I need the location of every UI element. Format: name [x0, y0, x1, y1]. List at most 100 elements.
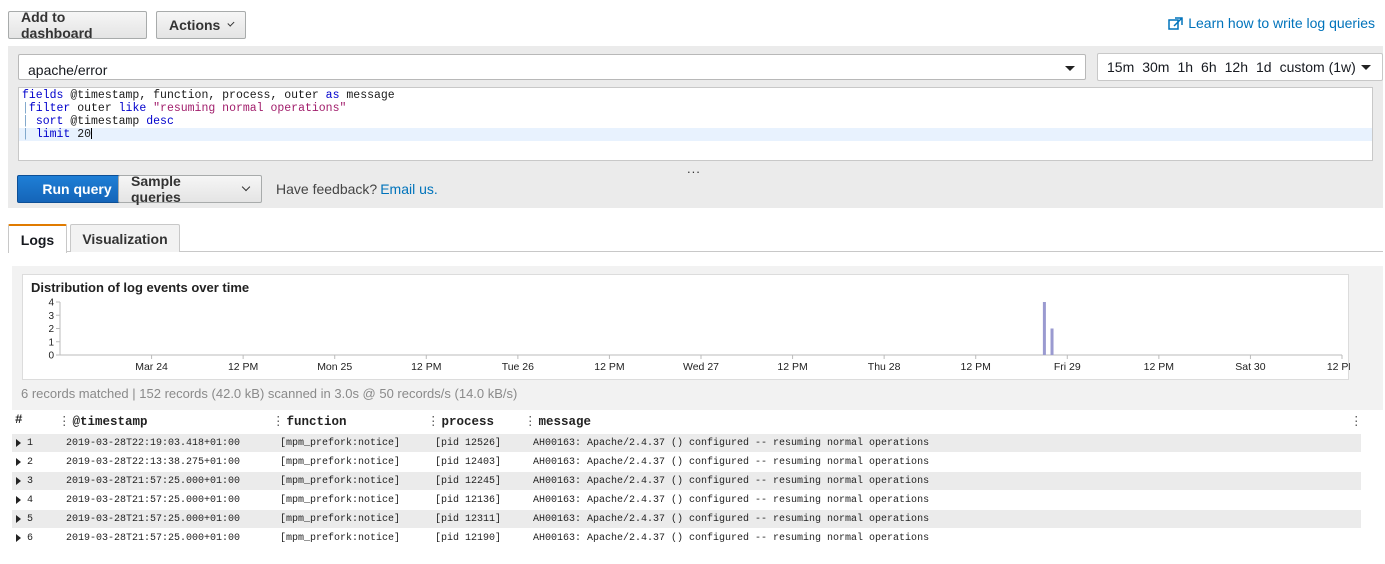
code-text: @timestamp, function, process, outer [63, 89, 326, 102]
column-header-label: function [286, 415, 347, 429]
query-line-1[interactable]: fields @timestamp, function, process, ou… [22, 89, 395, 102]
caret-down-icon [1065, 66, 1075, 71]
log-group-select[interactable]: apache/error [18, 54, 1086, 80]
tab-logs[interactable]: Logs [8, 224, 67, 253]
code-pipe: | [22, 115, 36, 128]
sample-queries-button[interactable]: Sample queries [118, 173, 262, 205]
column-header-message[interactable]: ⋮ message [524, 413, 591, 429]
x-tick-label: Mar 24 [135, 361, 168, 373]
cell-n: 6 [27, 533, 34, 544]
column-menu-icon[interactable]: ⋮ [1350, 413, 1365, 429]
actions-label: Actions [169, 17, 221, 33]
drag-handle-icon[interactable]: ⋮ [1350, 415, 1363, 429]
query-editor[interactable]: fields @timestamp, function, process, ou… [18, 87, 1373, 161]
expand-row-icon[interactable] [16, 439, 21, 447]
log-group-value: apache/error [28, 62, 108, 78]
table-row[interactable]: 5 2019-03-28T21:57:25.000+01:00 [mpm_prefo… [12, 510, 1361, 528]
text-cursor [91, 128, 93, 140]
column-header-function[interactable]: ⋮ function [272, 413, 347, 429]
sample-queries-label: Sample queries [131, 173, 181, 205]
email-us-link[interactable]: Email us. [380, 181, 438, 197]
drag-handle-icon[interactable]: ⋮ [524, 415, 537, 429]
drag-handle-icon[interactable]: ⋮ [427, 415, 440, 429]
external-link-icon [1168, 16, 1183, 30]
code-text: 20 [70, 128, 92, 141]
cell-ts: 2019-03-28T22:13:38.275+01:00 [66, 457, 241, 468]
histogram-chart: Distribution of log events over time 432… [22, 274, 1350, 380]
y-tick-label: 3 [48, 311, 54, 322]
cell-n: 1 [27, 438, 34, 449]
query-line-2[interactable]: |filter outer like "resuming normal oper… [22, 102, 346, 115]
tab-visualization[interactable]: Visualization [70, 224, 180, 252]
time-range-option[interactable]: 15m [1107, 59, 1134, 75]
code-keyword: as [325, 89, 340, 102]
x-tick-label: Sat 30 [1235, 361, 1266, 373]
editor-resize-handle[interactable]: ... [687, 161, 701, 176]
column-header-label: process [441, 415, 495, 429]
time-range-option[interactable]: 1h [1177, 59, 1193, 75]
x-tick-label: Thu 28 [868, 361, 901, 373]
query-line-3[interactable]: | sort @timestamp desc [22, 115, 174, 128]
top-toolbar: Add to dashboard Actions Learn how to wr… [0, 0, 1385, 46]
results-tabs: Logs Visualization [8, 224, 1383, 253]
chevron-down-icon [241, 182, 251, 192]
code-pipe: | [22, 128, 36, 141]
column-header-label: message [538, 415, 592, 429]
histogram-bar [1042, 302, 1046, 355]
table-row[interactable]: 2 2019-03-28T22:13:38.275+01:00 [mpm_prefo… [12, 453, 1361, 471]
table-header: # ⋮ @timestamp ⋮ function ⋮ process ⋮ messag… [12, 410, 1373, 430]
table-row[interactable]: 1 2019-03-28T22:19:03.418+01:00 [mpm_prefo… [12, 434, 1361, 452]
code-keyword: fields [22, 89, 64, 102]
drag-handle-icon[interactable]: ⋮ [58, 415, 71, 429]
histogram-bar [1050, 328, 1054, 355]
column-header-timestamp[interactable]: ⋮ @timestamp [58, 413, 148, 429]
time-range-option[interactable]: 1d [1256, 59, 1272, 75]
code-string: "resuming normal operations" [146, 102, 347, 115]
query-line-4[interactable]: | limit 20 [19, 128, 1372, 141]
cell-pid: [pid 12190] [435, 533, 502, 544]
column-header-process[interactable]: ⋮ process [427, 413, 494, 429]
cell-fn: [mpm_prefork:notice] [280, 495, 401, 506]
time-range-picker[interactable]: 15m 30m 1h 6h 12h 1d custom (1w) [1097, 53, 1383, 81]
time-range-option[interactable]: custom (1w) [1280, 59, 1356, 75]
feedback-text: Have feedback? [276, 181, 378, 197]
column-header-num: # [15, 413, 23, 427]
feedback-area: Have feedback? Email us. [276, 181, 438, 197]
time-range-option[interactable]: 6h [1201, 59, 1217, 75]
expand-row-icon[interactable] [16, 534, 21, 542]
cell-ts: 2019-03-28T21:57:25.000+01:00 [66, 514, 241, 525]
cell-msg: AH00163: Apache/2.4.37 () configured -- … [533, 514, 930, 525]
time-range-option[interactable]: 12h [1225, 59, 1248, 75]
histogram-panel: Distribution of log events over time 432… [12, 266, 1383, 410]
actions-button[interactable]: Actions [156, 11, 246, 39]
caret-down-icon[interactable] [1361, 65, 1371, 70]
cell-pid: [pid 12526] [435, 438, 502, 449]
cell-msg: AH00163: Apache/2.4.37 () configured -- … [533, 476, 930, 487]
x-tick-label: Fri 29 [1054, 361, 1081, 373]
expand-row-icon[interactable] [16, 458, 21, 466]
table-row[interactable]: 4 2019-03-28T21:57:25.000+01:00 [mpm_prefo… [12, 491, 1361, 509]
histogram-svg: 4 3 2 1 0 Mar 24 12 PM Mon 25 12 PM Tue 26 12 PM We… [48, 298, 1350, 374]
table-row[interactable]: 6 2019-03-28T21:57:25.000+01:00 [mpm_prefo… [12, 529, 1361, 547]
expand-row-icon[interactable] [16, 477, 21, 485]
add-to-dashboard-button[interactable]: Add to dashboard [8, 9, 147, 41]
x-tick-label: Mon 25 [317, 361, 352, 373]
cell-msg: AH00163: Apache/2.4.37 () configured -- … [533, 438, 930, 449]
table-row[interactable]: 3 2019-03-28T21:57:25.000+01:00 [mpm_prefo… [12, 472, 1361, 490]
code-keyword: limit [35, 128, 71, 141]
time-range-option[interactable]: 30m [1142, 59, 1169, 75]
learn-log-queries-link[interactable]: Learn how to write log queries [1168, 15, 1375, 31]
cell-n: 4 [27, 495, 34, 506]
code-keyword: desc [146, 115, 174, 128]
cell-n: 2 [27, 457, 34, 468]
x-tick-label: 12 PM [961, 361, 991, 373]
expand-row-icon[interactable] [16, 515, 21, 523]
drag-handle-icon[interactable]: ⋮ [272, 415, 285, 429]
cell-n: 5 [27, 514, 34, 525]
x-tick-label: 12 PM [1144, 361, 1174, 373]
x-tick-label: 12 PM [411, 361, 441, 373]
cell-ts: 2019-03-28T21:57:25.000+01:00 [66, 533, 241, 544]
cell-fn: [mpm_prefork:notice] [280, 533, 401, 544]
y-tick-label: 1 [48, 337, 54, 348]
expand-row-icon[interactable] [16, 496, 21, 504]
